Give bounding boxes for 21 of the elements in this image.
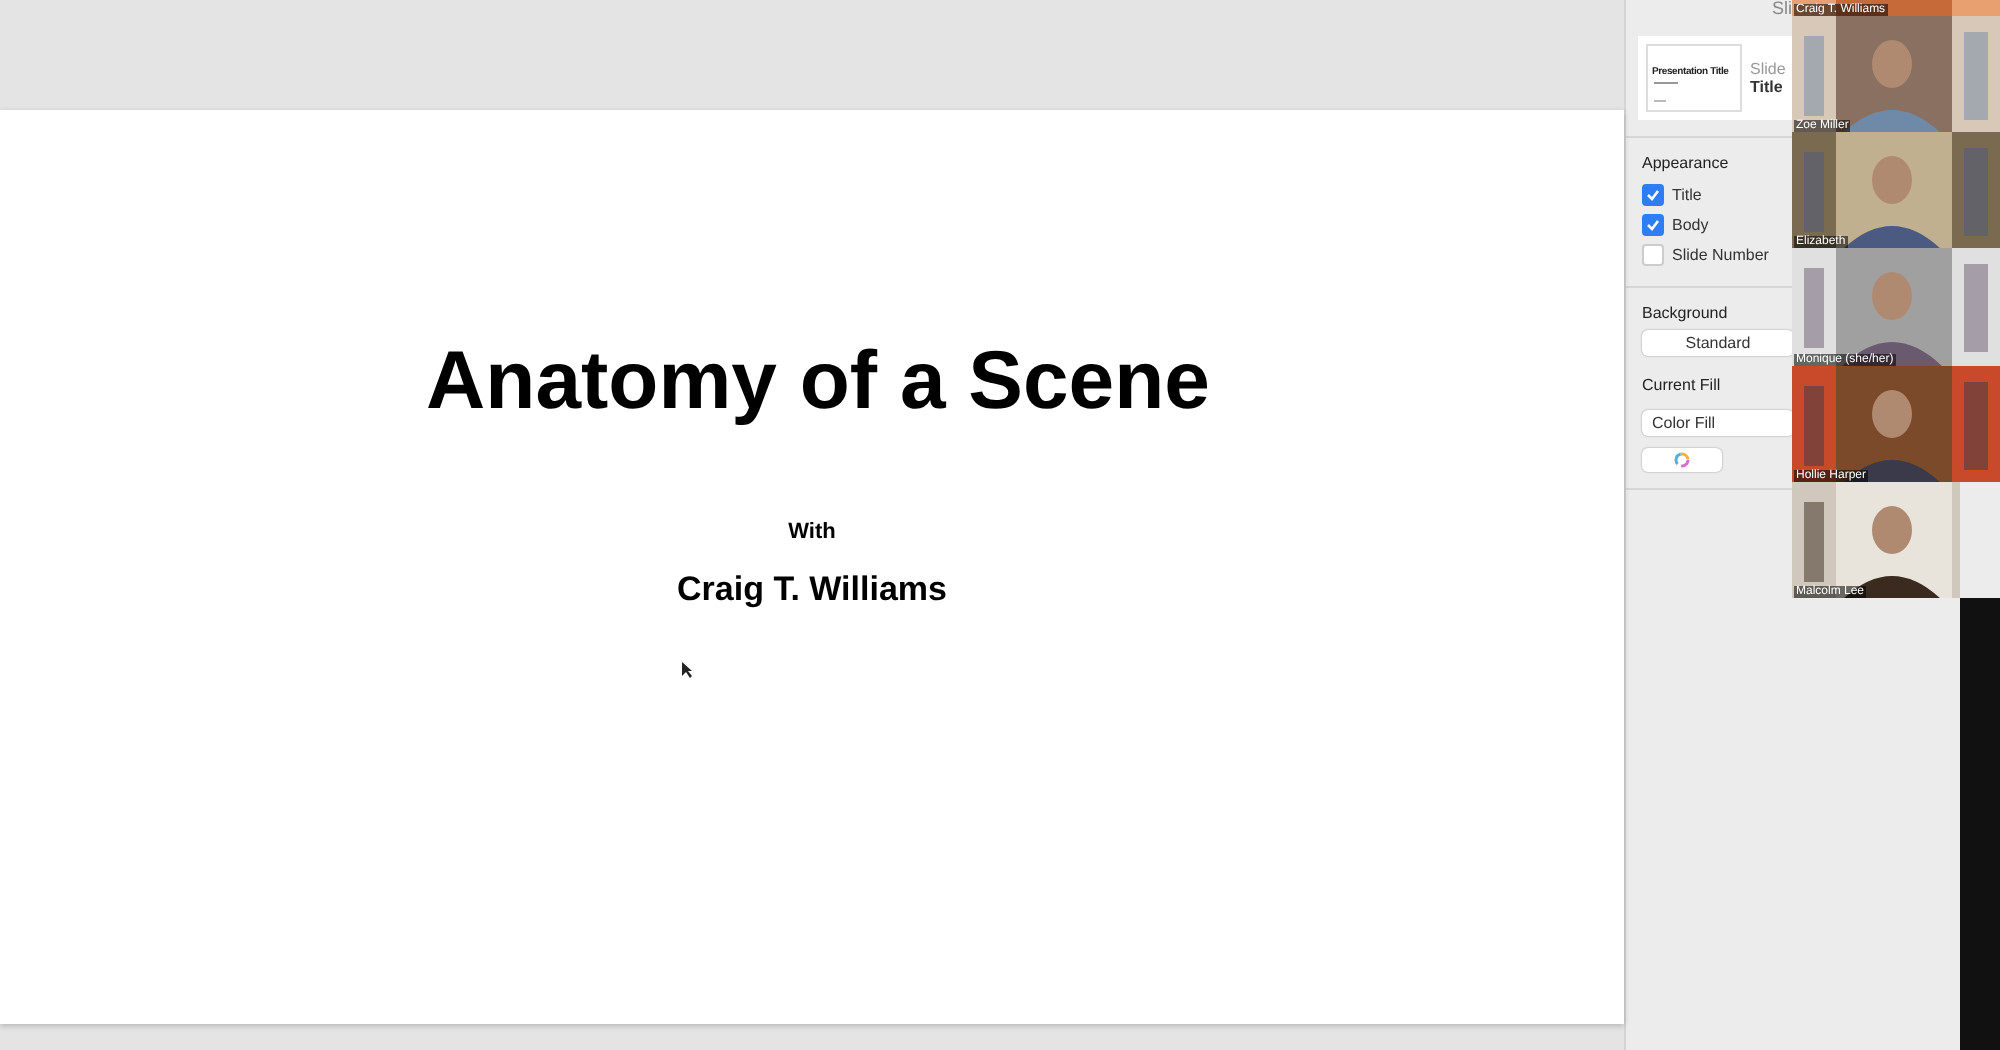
checkbox[interactable] xyxy=(1642,244,1664,266)
slide-title: Anatomy of a Scene xyxy=(426,334,1210,428)
slide-subtitle: With xyxy=(788,520,836,544)
section-heading: Background xyxy=(1642,304,1730,322)
color-wheel-icon xyxy=(1674,452,1690,468)
presenter-name: Craig T. Williams xyxy=(677,570,947,610)
checkbox[interactable] xyxy=(1642,184,1664,206)
cursor-icon xyxy=(682,662,692,678)
section-heading: Current Fill xyxy=(1642,376,1723,394)
checkbox-label: Title xyxy=(1672,186,1702,204)
panel-title: Sli xyxy=(1772,0,1793,22)
checkbox-label: Body xyxy=(1672,216,1709,234)
checkbox[interactable] xyxy=(1642,214,1664,236)
checkbox-label: Slide Number xyxy=(1672,246,1769,264)
slide-thumbnail xyxy=(1646,44,1742,112)
section-heading: Appearance xyxy=(1642,154,1731,172)
background-button[interactable]: Standard xyxy=(1642,330,1794,356)
layout-name: Title xyxy=(1750,78,1785,96)
layout-label: Slide xyxy=(1750,60,1786,78)
fill-dropdown[interactable]: Color Fill xyxy=(1642,410,1794,436)
color-well[interactable] xyxy=(1642,448,1722,472)
